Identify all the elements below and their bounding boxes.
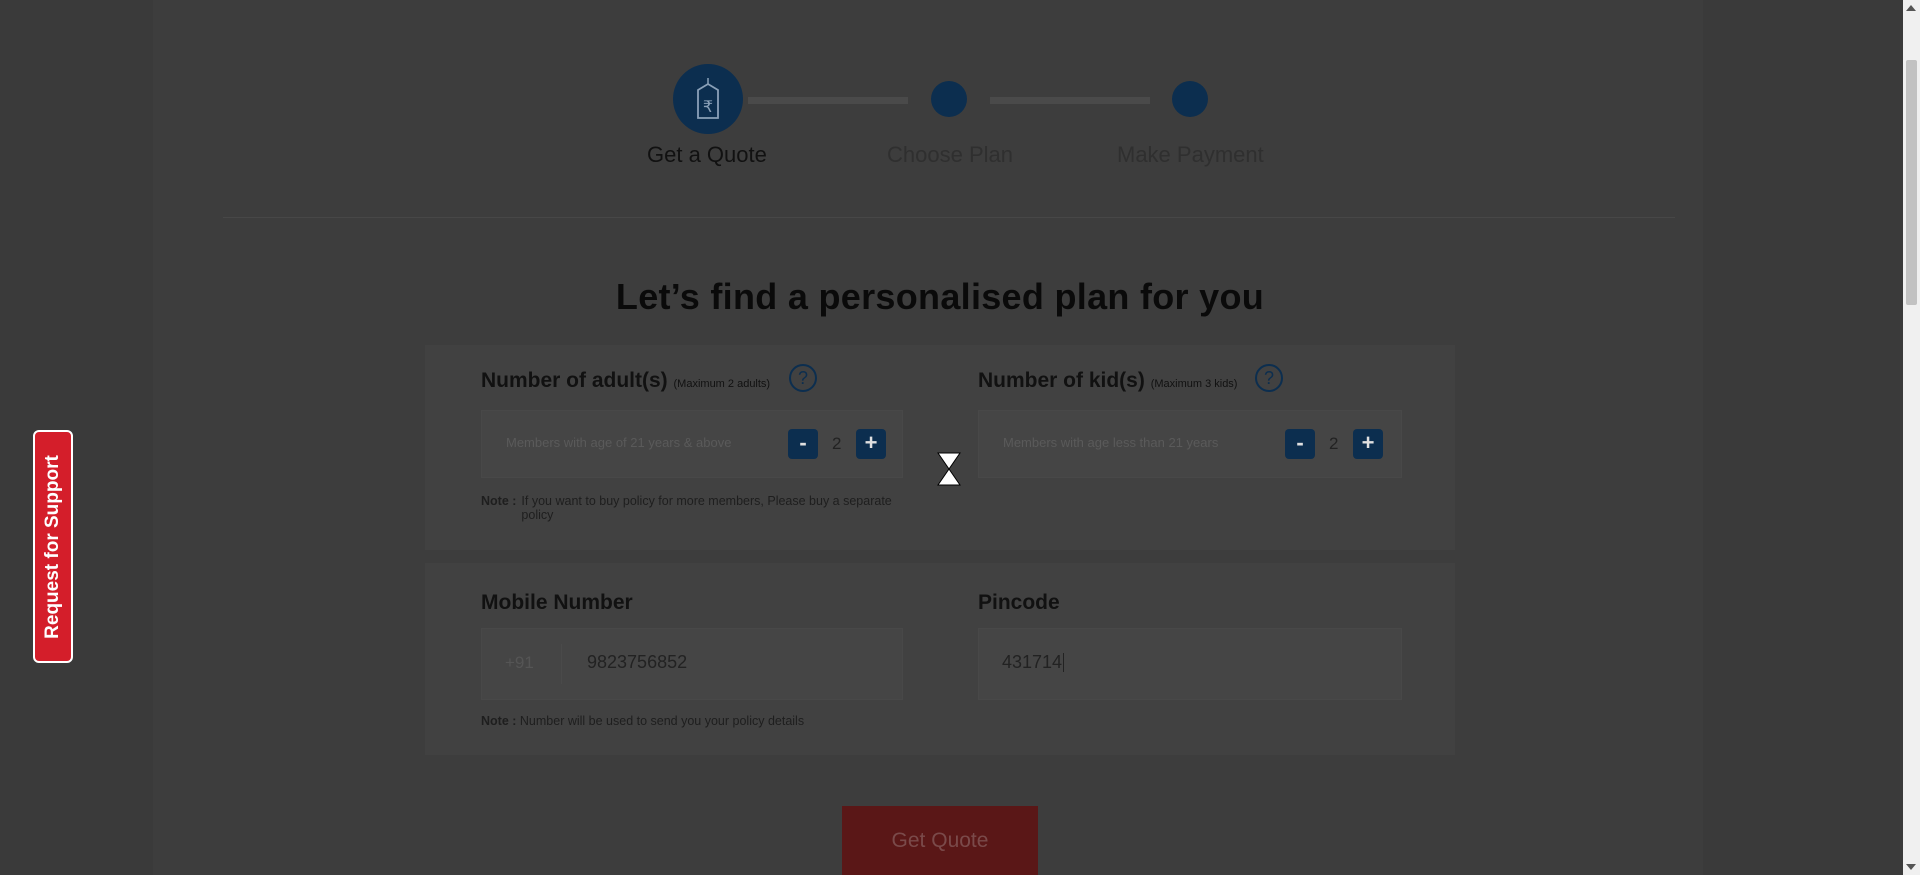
country-code-prefix: +91	[505, 653, 534, 672]
kids-minus-button[interactable]: -	[1285, 429, 1315, 459]
mobile-field-title: Mobile Number	[481, 591, 633, 614]
get-quote-button[interactable]: Get Quote	[842, 806, 1038, 875]
kids-help-icon[interactable]: ?	[1255, 364, 1283, 392]
adults-minus-button[interactable]: -	[788, 429, 818, 459]
text-caret	[1063, 653, 1064, 672]
pincode-field-title: Pincode	[978, 591, 1060, 614]
step-3-label: Make Payment	[1117, 142, 1264, 167]
mobile-note-text: Number will be used to send you your pol…	[519, 714, 805, 728]
step-connector-1	[748, 97, 908, 104]
step-connector-2	[990, 97, 1150, 104]
kids-max-hint: (Maximum 3 kids)	[1150, 378, 1238, 390]
price-tag-rupee-icon: ₹	[697, 78, 719, 119]
mobile-note-label: Note :	[481, 714, 517, 728]
scroll-up-arrow-icon[interactable]	[1906, 5, 1916, 11]
kids-title-text: Number of kid(s)	[978, 369, 1145, 392]
kids-placeholder: Members with age less than 21 years	[1003, 435, 1219, 450]
page-title: Let’s find a personalised plan for you	[615, 276, 1265, 317]
vertical-scrollbar[interactable]	[1903, 0, 1920, 875]
step-3-indicator	[1172, 81, 1208, 117]
mobile-input[interactable]	[481, 628, 903, 700]
members-note: Note : If you want to buy policy for mor…	[481, 494, 901, 522]
step-1-indicator: ₹	[673, 64, 743, 134]
scrollbar-thumb[interactable]	[1906, 60, 1917, 305]
adults-max-hint: (Maximum 2 adults)	[673, 378, 771, 390]
request-support-label: Request for Support	[42, 454, 64, 639]
step-2-indicator	[931, 81, 967, 117]
svg-text:₹: ₹	[703, 97, 713, 116]
members-note-text: If you want to buy policy for more membe…	[521, 494, 892, 522]
kids-field-title: Number of kid(s) (Maximum 3 kids)	[978, 369, 1237, 393]
adults-count: 2	[832, 434, 842, 453]
mobile-value: 9823756852	[587, 652, 688, 672]
hourglass-cursor-icon	[937, 452, 961, 486]
kids-count: 2	[1329, 434, 1339, 453]
step-1-label: Get a Quote	[647, 142, 767, 167]
section-divider	[223, 217, 1675, 218]
request-support-tab[interactable]: Request for Support	[33, 430, 73, 663]
members-note-label: Note :	[481, 494, 517, 508]
adults-placeholder: Members with age of 21 years & above	[506, 435, 732, 450]
scroll-down-arrow-icon[interactable]	[1906, 864, 1916, 870]
adults-title-text: Number of adult(s)	[481, 369, 668, 392]
adults-field-title: Number of adult(s) (Maximum 2 adults)	[481, 369, 770, 393]
mobile-note: Note : Number will be used to send you y…	[481, 714, 1081, 728]
kids-plus-button[interactable]: +	[1353, 429, 1383, 459]
prefix-separator	[561, 644, 562, 684]
pincode-value: 431714	[1002, 652, 1063, 672]
step-2-label: Choose Plan	[887, 142, 1013, 167]
adults-plus-button[interactable]: +	[856, 429, 886, 459]
adults-help-icon[interactable]: ?	[789, 364, 817, 392]
